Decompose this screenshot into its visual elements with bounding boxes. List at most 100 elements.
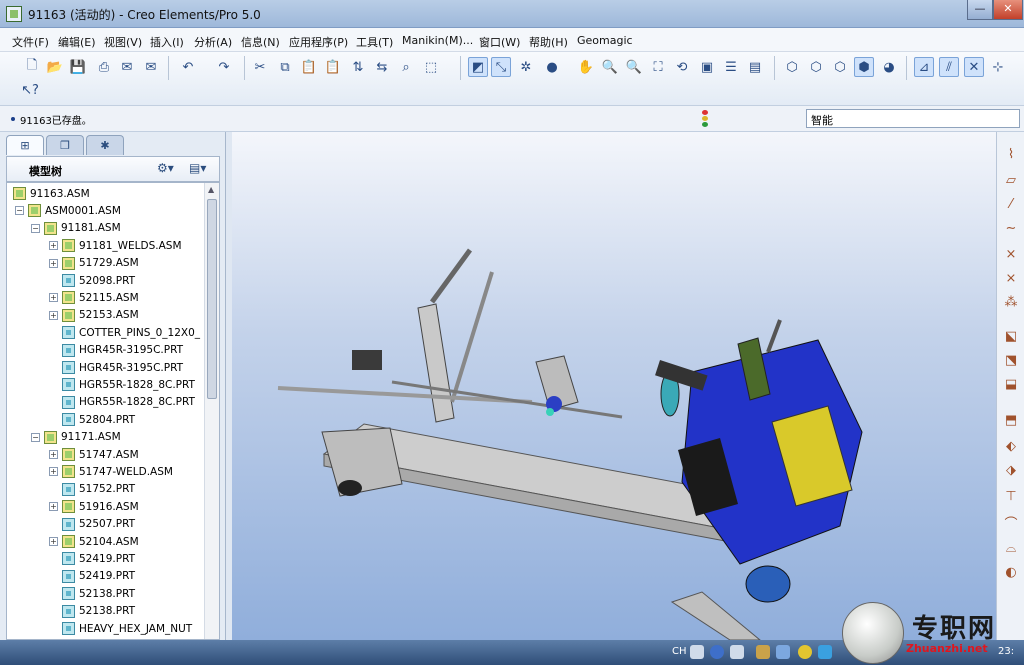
tree-node[interactable]: +52153.ASM [49,307,139,324]
folder-browser-tab-icon[interactable]: ❐ [46,135,84,155]
print-icon[interactable]: ⎙ [94,57,114,77]
component-create-icon[interactable]: ⬔ [1001,350,1021,370]
tree-node[interactable]: +51729.ASM [49,255,139,272]
menu-geomagic[interactable]: Geomagic [577,34,633,47]
expand-icon[interactable]: + [49,241,58,251]
menu-applications[interactable]: 应用程序(P) [289,34,348,50]
tree-node[interactable]: HGR55R-1828_8C.PRT [49,394,195,411]
select-box-icon[interactable]: ⬚ [421,57,441,77]
coordinate-system-tool-icon[interactable]: ⨯ [1001,268,1021,288]
saved-views-icon[interactable]: ▣ [697,57,717,77]
expand-icon[interactable]: + [49,310,58,320]
orient-mode-icon[interactable]: ✲ [516,57,536,77]
network-icon[interactable] [776,645,790,659]
scroll-up-icon[interactable]: ▲ [208,185,214,194]
regenerate-icon[interactable]: ⇅ [348,57,368,77]
datum-points-icon[interactable]: ✕ [964,57,984,77]
model-tree[interactable]: ▲ 91163.ASM − ASM0001.ASM −91181.ASM +91181_… [6,182,220,640]
datum-point-tool-icon[interactable]: × [1001,244,1021,264]
flexible-component-icon[interactable]: ⬖ [1001,436,1021,456]
wireframe-icon[interactable]: ⬡ [782,57,802,77]
cut-icon[interactable]: ✂ [250,57,270,77]
datum-plane-tool-icon[interactable]: ▱ [1001,170,1021,190]
tree-node[interactable]: 52138.PRT [49,585,135,602]
refit-icon[interactable]: ⛶ [648,57,668,77]
minimize-button[interactable]: — [967,0,993,20]
tree-node[interactable]: +51747.ASM [49,446,139,463]
selection-filter-dropdown[interactable]: 智能 [806,109,1020,128]
favorites-tab-icon[interactable]: ✱ [86,135,124,155]
package-icon[interactable]: ⬗ [1001,460,1021,480]
tree-node[interactable]: HEAVY_HEX_JAM_NUT [49,620,192,637]
expand-icon[interactable]: + [49,258,58,268]
tree-node[interactable]: 51752.PRT [49,481,135,498]
cloud-icon[interactable] [818,645,832,659]
email-attachment-icon[interactable]: ✉ [141,57,161,77]
tree-node[interactable]: 52098.PRT [49,272,135,289]
expand-icon[interactable]: + [49,450,58,459]
tree-node[interactable]: 52419.PRT [49,568,135,585]
menu-tools[interactable]: 工具(T) [356,34,393,50]
new-file-icon[interactable]: 🗋 [22,57,42,77]
scrollbar-thumb[interactable] [207,199,217,399]
menu-file[interactable]: 文件(F) [12,34,49,50]
pan-hand-icon[interactable]: ✋ [576,57,596,77]
menu-view[interactable]: 视图(V) [104,34,142,50]
find-icon[interactable]: ⌕ [396,57,416,77]
spin-center-icon[interactable]: ⤡ [491,57,511,77]
explode-view-icon[interactable]: ⬒ [1001,410,1021,430]
tree-node[interactable]: − 91171.ASM [31,429,121,446]
copy-icon[interactable]: ⧉ [275,57,295,77]
tree-node[interactable]: − ASM0001.ASM [15,202,121,219]
collapse-icon[interactable]: − [31,223,40,233]
expand-icon[interactable]: + [49,502,58,512]
menu-window[interactable]: 窗口(W) [479,34,520,50]
redo-icon[interactable]: ↷ [214,57,234,77]
open-folder-icon[interactable]: 📂 [45,57,65,77]
menu-analysis[interactable]: 分析(A) [194,34,232,50]
tree-settings-icon[interactable]: ⚙▾ [157,161,174,175]
tree-columns-icon[interactable]: ▤▾ [189,161,206,175]
expand-icon[interactable]: + [49,293,58,303]
settings-icon[interactable] [730,645,744,659]
menu-info[interactable]: 信息(N) [241,34,280,50]
repaint-icon[interactable]: ◩ [468,57,488,77]
datum-axis-tool-icon[interactable]: ⁄ [1001,194,1021,214]
input-language[interactable]: CH [672,646,687,657]
menu-manikin[interactable]: Manikin(M)... [402,34,473,47]
email-icon[interactable]: ✉ [117,57,137,77]
appearance-icon[interactable]: ● [542,57,562,77]
hidden-line-icon[interactable]: ⬡ [806,57,826,77]
menu-edit[interactable]: 编辑(E) [58,34,96,50]
tree-scrollbar[interactable]: ▲ [204,183,219,639]
mechanism-icon[interactable]: ◐ [1001,562,1021,582]
help-icon[interactable] [710,645,724,659]
collapse-icon[interactable]: − [15,206,24,216]
paste-icon[interactable]: 📋 [299,57,319,77]
menu-insert[interactable]: 插入(I) [150,34,184,50]
component-repeat-icon[interactable]: ⬓ [1001,374,1021,394]
model-tree-tab-icon[interactable]: ⊞ [6,135,44,155]
coordinate-systems-icon[interactable]: ⊹ [988,57,1008,77]
tree-node[interactable]: +51747-WELD.ASM [49,463,173,480]
tree-node[interactable]: HGR45R-3195C.PRT [49,359,183,376]
enhanced-realism-icon[interactable]: ◕ [879,57,899,77]
undo-icon[interactable]: ↶ [178,57,198,77]
tree-node[interactable]: +91181_WELDS.ASM [49,237,182,254]
tree-node[interactable]: 52804.PRT [49,411,135,428]
reorient-icon[interactable]: ⟲ [672,57,692,77]
antivirus-icon[interactable] [798,645,812,659]
zoom-in-icon[interactable]: 🔍 [600,57,620,77]
context-help-icon[interactable]: ↖? [20,80,40,100]
datum-axes-icon[interactable]: ⫽ [939,57,959,77]
regenerate-manager-icon[interactable]: ⇆ [372,57,392,77]
shading-icon[interactable]: ⬢ [854,57,874,77]
save-icon[interactable]: 💾 [68,57,88,77]
sketch-tool-icon[interactable]: ⌇ [1001,144,1021,164]
analysis-tool-icon[interactable]: ⁂ [1001,292,1021,312]
expand-icon[interactable]: + [49,467,58,477]
graphics-window[interactable] [232,132,996,640]
datum-curve-tool-icon[interactable]: ∼ [1001,218,1021,238]
menu-help[interactable]: 帮助(H) [529,34,568,50]
harness-icon[interactable]: ⌓ [1001,538,1021,558]
